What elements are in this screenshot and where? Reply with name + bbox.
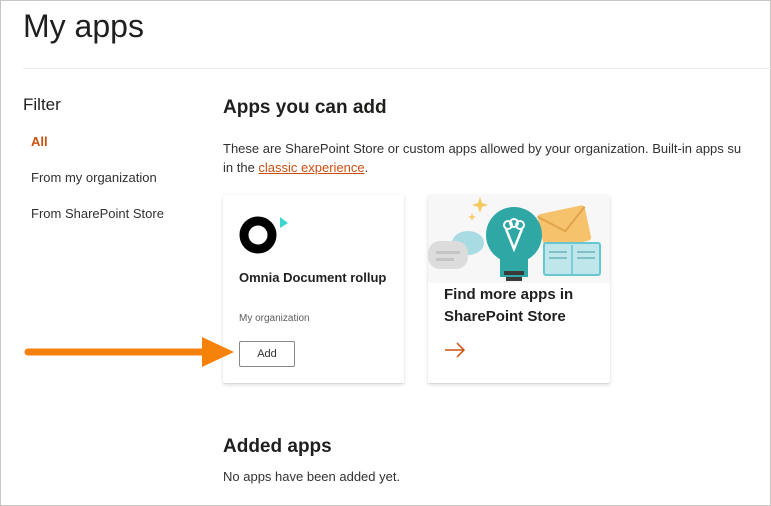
store-illustration-icon — [428, 195, 610, 283]
apps-description: These are SharePoint Store or custom app… — [223, 139, 771, 177]
page-title: My apps — [23, 8, 144, 44]
callout-arrow-icon — [24, 337, 234, 367]
apps-description-period: . — [364, 160, 369, 175]
filter-item-all[interactable]: All — [31, 134, 48, 149]
omnia-logo-icon — [239, 216, 288, 254]
apps-description-line1: These are SharePoint Store or custom app… — [223, 141, 742, 156]
app-card-omnia-document-rollup[interactable]: Omnia Document rollup My organization Ad… — [223, 195, 404, 383]
filter-item-from-sharepoint-store[interactable]: From SharePoint Store — [31, 206, 164, 221]
added-apps-heading: Added apps — [223, 436, 332, 457]
sharepoint-store-card[interactable]: Find more apps in SharePoint Store — [428, 195, 610, 383]
add-button[interactable]: Add — [239, 341, 295, 367]
filter-item-from-my-organization[interactable]: From my organization — [31, 170, 157, 185]
store-card-title: Find more apps in SharePoint Store — [444, 286, 574, 325]
app-name: Omnia Document rollup — [239, 270, 387, 285]
apps-description-line2: in the — [223, 160, 259, 175]
arrow-right-icon[interactable] — [444, 342, 466, 358]
classic-experience-link[interactable]: classic experience — [258, 160, 364, 175]
filter-heading: Filter — [23, 95, 61, 114]
apps-you-can-add-heading: Apps you can add — [223, 97, 387, 118]
no-apps-message: No apps have been added yet. — [223, 469, 401, 484]
app-source: My organization — [239, 313, 310, 324]
header-divider — [23, 68, 771, 69]
